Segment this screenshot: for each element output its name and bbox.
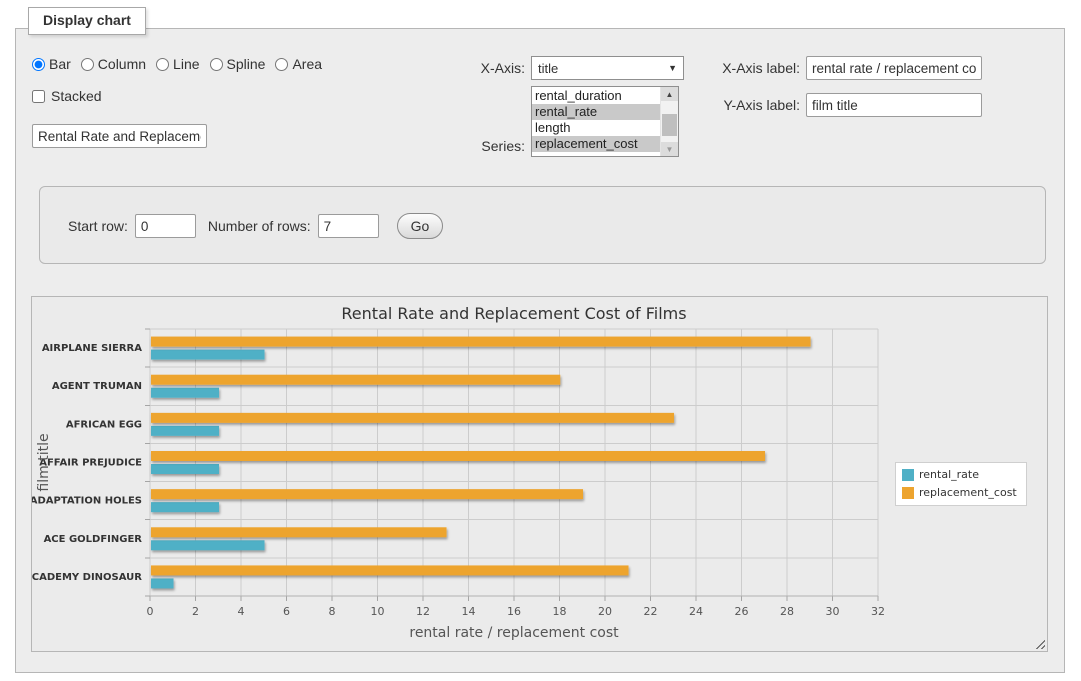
stacked-label: Stacked — [51, 88, 102, 104]
bar-rental_rate[interactable] — [151, 578, 174, 588]
x-tick-label: 2 — [192, 605, 199, 618]
category-label: AIRPLANE SIERRA — [42, 343, 142, 354]
series-select-label: Series: — [481, 138, 525, 157]
bar-replacement_cost[interactable] — [151, 565, 629, 575]
chart-type-label: Area — [292, 56, 322, 72]
chart-type-option-bar: Bar — [32, 56, 71, 72]
x-tick-label: 8 — [329, 605, 336, 618]
category-label: ACE GOLDFINGER — [44, 534, 143, 545]
scroll-down-icon[interactable]: ▼ — [661, 142, 678, 156]
chart-title-input[interactable] — [32, 124, 207, 148]
category-label: ADAPTATION HOLES — [32, 496, 142, 507]
x-axis-select[interactable]: title ▼ — [531, 56, 684, 80]
chart-type-option-line: Line — [156, 56, 199, 72]
chart-type-label: Bar — [49, 56, 71, 72]
x-tick-label: 14 — [462, 605, 476, 618]
x-axis-label-input[interactable] — [806, 56, 982, 80]
chart-type-radio-area[interactable] — [275, 58, 288, 71]
bar-replacement_cost[interactable] — [151, 451, 765, 461]
chart-type-radio-group: Bar Column Line Spline Area — [32, 56, 332, 72]
go-button[interactable]: Go — [397, 213, 444, 239]
start-row-input[interactable] — [135, 214, 196, 238]
x-axis-select-label: X-Axis: — [481, 60, 525, 76]
x-tick-label: 22 — [644, 605, 658, 618]
bar-replacement_cost[interactable] — [151, 527, 447, 537]
x-tick-label: 16 — [507, 605, 521, 618]
bar-rental_rate[interactable] — [151, 388, 219, 398]
category-label: AGENT TRUMAN — [52, 381, 142, 392]
series-listbox[interactable]: rental_durationrental_ratelengthreplacem… — [531, 86, 679, 157]
scroll-up-icon[interactable]: ▲ — [661, 87, 678, 101]
x-tick-label: 10 — [371, 605, 385, 618]
display-chart-panel: Display chart BarColumnLineSplineArea St… — [15, 28, 1065, 673]
chart-type-radio-bar[interactable] — [32, 58, 45, 71]
stacked-row: Stacked — [32, 88, 102, 104]
x-tick-label: 4 — [238, 605, 245, 618]
chart-type-option-spline: Spline — [210, 56, 266, 72]
bar-rental_rate[interactable] — [151, 502, 219, 512]
x-tick-label: 26 — [735, 605, 749, 618]
series-option-rental_rate[interactable]: rental_rate — [532, 104, 660, 120]
x-tick-label: 24 — [689, 605, 703, 618]
x-axis-select-value: title — [538, 61, 558, 76]
y-axis-label-input[interactable] — [806, 93, 982, 117]
chevron-down-icon: ▼ — [668, 63, 677, 73]
bar-rental_rate[interactable] — [151, 350, 265, 360]
chart-type-label: Column — [98, 56, 146, 72]
chart-type-option-column: Column — [81, 56, 146, 72]
series-option-rental_duration[interactable]: rental_duration — [532, 88, 660, 104]
stacked-checkbox[interactable] — [32, 90, 45, 103]
bar-rental_rate[interactable] — [151, 426, 219, 436]
legend-item-replacement_cost[interactable]: replacement_cost — [902, 486, 1017, 499]
chart-type-option-area: Area — [275, 56, 322, 72]
legend-item-rental_rate[interactable]: rental_rate — [902, 468, 1017, 481]
category-label: ACADEMY DINOSAUR — [32, 572, 142, 583]
category-label: AFRICAN EGG — [66, 419, 142, 430]
bar-replacement_cost[interactable] — [151, 489, 583, 499]
chart-container: 02468101214161820222426283032AIRPLANE SI… — [31, 296, 1048, 652]
chart-type-radio-column[interactable] — [81, 58, 94, 71]
x-tick-label: 32 — [871, 605, 885, 618]
bar-rental_rate[interactable] — [151, 540, 265, 550]
series-option-replacement_cost[interactable]: replacement_cost — [532, 136, 660, 152]
series-options: rental_durationrental_ratelengthreplacem… — [532, 87, 660, 156]
legend-swatch — [902, 487, 914, 499]
bar-rental_rate[interactable] — [151, 464, 219, 474]
x-tick-label: 20 — [598, 605, 612, 618]
y-axis-title: film title — [36, 433, 52, 491]
y-axis-label-label: Y-Axis label: — [723, 97, 800, 113]
num-rows-label: Number of rows: — [208, 218, 311, 234]
panel-title: Display chart — [28, 7, 146, 35]
chart-type-radio-spline[interactable] — [210, 58, 223, 71]
start-row-label: Start row: — [68, 218, 128, 234]
x-tick-label: 28 — [780, 605, 794, 618]
x-tick-label: 0 — [147, 605, 154, 618]
x-tick-label: 30 — [826, 605, 840, 618]
num-rows-input[interactable] — [318, 214, 379, 238]
bar-replacement_cost[interactable] — [151, 337, 811, 347]
bar-replacement_cost[interactable] — [151, 375, 560, 385]
x-axis-title: rental rate / replacement cost — [409, 625, 619, 641]
x-tick-label: 6 — [283, 605, 290, 618]
legend-label: rental_rate — [919, 468, 979, 481]
chart-type-label: Spline — [227, 56, 266, 72]
listbox-scrollbar[interactable]: ▲ ▼ — [660, 87, 678, 156]
series-option-length[interactable]: length — [532, 120, 660, 136]
x-axis-label-label: X-Axis label: — [722, 60, 800, 76]
chart-type-label: Line — [173, 56, 199, 72]
bar-replacement_cost[interactable] — [151, 413, 674, 423]
row-range-box: Start row: Number of rows: Go — [39, 186, 1046, 264]
legend-swatch — [902, 469, 914, 481]
category-label: AFFAIR PREJUDICE — [39, 458, 142, 469]
x-tick-label: 12 — [416, 605, 430, 618]
chart-title: Rental Rate and Replacement Cost of Film… — [341, 304, 686, 323]
chart-legend[interactable]: rental_rate replacement_cost — [895, 462, 1027, 506]
x-tick-label: 18 — [553, 605, 567, 618]
legend-label: replacement_cost — [919, 486, 1017, 499]
chart-type-radio-line[interactable] — [156, 58, 169, 71]
scrollbar-thumb[interactable] — [662, 114, 677, 136]
